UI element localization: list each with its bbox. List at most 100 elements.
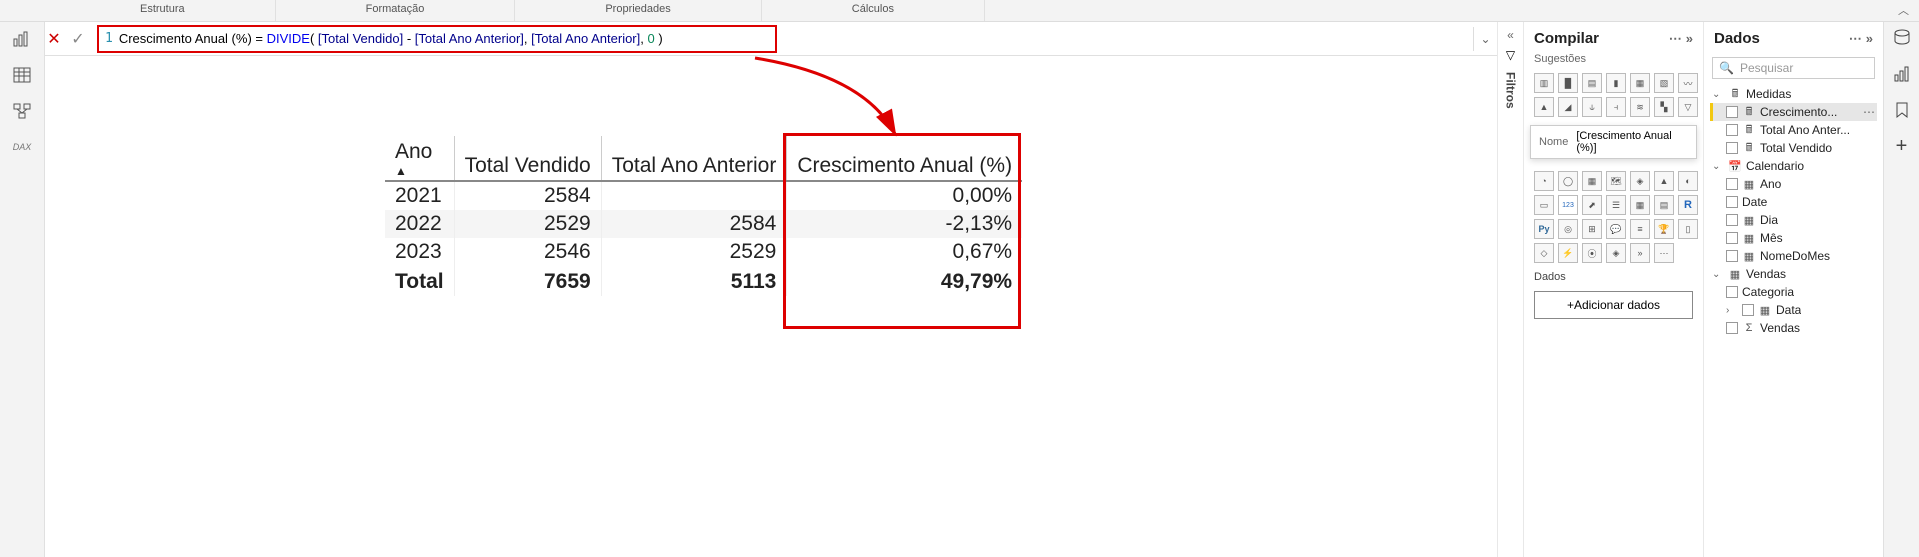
- field-total-vendido[interactable]: 🖩 Total Vendido: [1710, 139, 1877, 157]
- field-checkbox[interactable]: [1726, 124, 1738, 136]
- add-icon[interactable]: +: [1892, 136, 1912, 156]
- ribbon-tab-calculos[interactable]: Cálculos: [762, 0, 985, 21]
- viz-multi-card-icon[interactable]: 123: [1558, 195, 1578, 215]
- field-checkbox[interactable]: [1742, 304, 1754, 316]
- viz-100-column-icon[interactable]: ▧: [1654, 73, 1674, 93]
- viz-goals-icon[interactable]: 🏆: [1654, 219, 1674, 239]
- viz-automate-icon[interactable]: ⚡: [1558, 243, 1578, 263]
- field-nomedomes[interactable]: ▦ NomeDoMes: [1710, 247, 1877, 265]
- viz-ribbon-icon[interactable]: ≋: [1630, 97, 1650, 117]
- bookmark-icon[interactable]: [1892, 100, 1912, 120]
- field-checkbox[interactable]: [1726, 322, 1738, 334]
- viz-qa-icon[interactable]: 💬: [1606, 219, 1626, 239]
- viz-arcgis-icon[interactable]: ◈: [1606, 243, 1626, 263]
- table-row[interactable]: 2021 2584 0,00%: [385, 181, 1022, 210]
- field-date[interactable]: Date: [1710, 193, 1877, 211]
- table-calendario[interactable]: ⌄ 📅 Calendario: [1710, 157, 1877, 175]
- field-total-ano-anterior[interactable]: 🖩 Total Ano Anter...: [1710, 121, 1877, 139]
- report-canvas[interactable]: Ano▲ Total Vendido Total Ano Anterior Cr…: [45, 56, 1497, 557]
- viz-scatter-icon[interactable]: ⦿: [1582, 243, 1602, 263]
- field-checkbox[interactable]: [1726, 286, 1738, 298]
- viz-powerapps-icon[interactable]: ◇: [1534, 243, 1554, 263]
- field-crescimento[interactable]: 🖩 Crescimento... ⋯: [1710, 103, 1877, 121]
- viz-python-icon[interactable]: Py: [1534, 219, 1554, 239]
- field-checkbox[interactable]: [1726, 196, 1738, 208]
- field-ano[interactable]: ▦ Ano: [1710, 175, 1877, 193]
- pane-collapse-icon[interactable]: »: [1686, 31, 1693, 46]
- viz-stacked-bar-icon[interactable]: ▥: [1534, 73, 1554, 93]
- ribbon-tab-estrutura[interactable]: Estrutura: [50, 0, 276, 21]
- ribbon-tab-formatacao[interactable]: Formatação: [276, 0, 516, 21]
- field-checkbox[interactable]: [1726, 142, 1738, 154]
- field-checkbox[interactable]: [1726, 232, 1738, 244]
- viz-more-icon[interactable]: »: [1630, 243, 1650, 263]
- chevron-right-icon[interactable]: ›: [1726, 305, 1736, 316]
- viz-stacked-area-icon[interactable]: ◢: [1558, 97, 1578, 117]
- viz-stacked-column-icon[interactable]: █: [1558, 73, 1578, 93]
- format-icon[interactable]: [1892, 64, 1912, 84]
- viz-treemap-icon[interactable]: ▦: [1582, 171, 1602, 191]
- column-header-anterior[interactable]: Total Ano Anterior: [601, 136, 787, 181]
- dax-view-icon[interactable]: DAX: [12, 138, 32, 156]
- filters-expand-icon[interactable]: «: [1507, 28, 1514, 42]
- pane-collapse-icon[interactable]: »: [1866, 31, 1873, 46]
- table-row[interactable]: 2023 2546 2529 0,67%: [385, 238, 1022, 266]
- data-hub-icon[interactable]: [1892, 28, 1912, 48]
- formula-cancel-icon[interactable]: ✕: [45, 30, 63, 48]
- ribbon-tab-propriedades[interactable]: Propriedades: [515, 0, 761, 21]
- table-medidas[interactable]: ⌄ 🖩 Medidas: [1710, 85, 1877, 103]
- viz-line-clustered-icon[interactable]: ⫞: [1606, 97, 1626, 117]
- field-data[interactable]: › ▦ Data: [1710, 301, 1877, 319]
- viz-azure-map-icon[interactable]: ▲: [1654, 171, 1674, 191]
- viz-r-icon[interactable]: R: [1678, 195, 1698, 215]
- viz-key-influencers-icon[interactable]: ◎: [1558, 219, 1578, 239]
- formula-expand-icon[interactable]: ⌄: [1473, 27, 1497, 51]
- pane-more-icon[interactable]: ⋯: [1669, 31, 1682, 47]
- viz-map-icon[interactable]: 🗺: [1606, 171, 1626, 191]
- viz-waterfall-icon[interactable]: ▚: [1654, 97, 1674, 117]
- viz-area-icon[interactable]: ▲: [1534, 97, 1554, 117]
- column-header-vendido[interactable]: Total Vendido: [454, 136, 601, 181]
- viz-clustered-bar-icon[interactable]: ▤: [1582, 73, 1602, 93]
- field-checkbox[interactable]: [1726, 106, 1738, 118]
- table-row[interactable]: 2022 2529 2584 -2,13%: [385, 210, 1022, 238]
- viz-slicer-icon[interactable]: ☰: [1606, 195, 1626, 215]
- field-categoria[interactable]: Categoria: [1710, 283, 1877, 301]
- viz-paginated-icon[interactable]: ▯: [1678, 219, 1698, 239]
- pane-more-icon[interactable]: ⋯: [1849, 31, 1862, 47]
- add-data-button[interactable]: +Adicionar dados: [1534, 291, 1693, 319]
- report-view-icon[interactable]: [12, 30, 32, 48]
- fields-search-input[interactable]: 🔍 Pesquisar: [1712, 57, 1875, 79]
- viz-narrative-icon[interactable]: ≡: [1630, 219, 1650, 239]
- column-header-ano[interactable]: Ano▲: [385, 136, 454, 181]
- viz-filled-map-icon[interactable]: ◈: [1630, 171, 1650, 191]
- filters-pane-collapsed[interactable]: « ▽ Filtros: [1497, 22, 1523, 557]
- viz-donut-icon[interactable]: ◯: [1558, 171, 1578, 191]
- viz-matrix-icon[interactable]: ▤: [1654, 195, 1674, 215]
- viz-line-icon[interactable]: 〰: [1678, 73, 1698, 93]
- viz-line-column-icon[interactable]: ⫝: [1582, 97, 1602, 117]
- data-view-icon[interactable]: [12, 66, 32, 84]
- field-mes[interactable]: ▦ Mês: [1710, 229, 1877, 247]
- viz-pie-icon[interactable]: ◔: [1534, 171, 1554, 191]
- field-more-icon[interactable]: ⋯: [1863, 105, 1875, 119]
- field-checkbox[interactable]: [1726, 178, 1738, 190]
- viz-decomposition-icon[interactable]: ⊞: [1582, 219, 1602, 239]
- table-vendas[interactable]: ⌄ ▦ Vendas: [1710, 265, 1877, 283]
- formula-commit-icon[interactable]: ✓: [69, 30, 87, 48]
- ribbon-collapse-icon[interactable]: ︿: [1888, 0, 1919, 21]
- viz-100-bar-icon[interactable]: ▦: [1630, 73, 1650, 93]
- viz-kpi-icon[interactable]: ⬈: [1582, 195, 1602, 215]
- viz-table-icon[interactable]: ▦: [1630, 195, 1650, 215]
- viz-clustered-column-icon[interactable]: ▮: [1606, 73, 1626, 93]
- table-visual[interactable]: Ano▲ Total Vendido Total Ano Anterior Cr…: [385, 136, 1022, 296]
- field-vendas[interactable]: Σ Vendas: [1710, 319, 1877, 337]
- field-dia[interactable]: ▦ Dia: [1710, 211, 1877, 229]
- viz-gauge-icon[interactable]: ◐: [1678, 171, 1698, 191]
- viz-card-icon[interactable]: ▭: [1534, 195, 1554, 215]
- field-checkbox[interactable]: [1726, 214, 1738, 226]
- model-view-icon[interactable]: [12, 102, 32, 120]
- field-checkbox[interactable]: [1726, 250, 1738, 262]
- viz-funnel-icon[interactable]: ▽: [1678, 97, 1698, 117]
- column-header-crescimento[interactable]: Crescimento Anual (%): [787, 136, 1022, 181]
